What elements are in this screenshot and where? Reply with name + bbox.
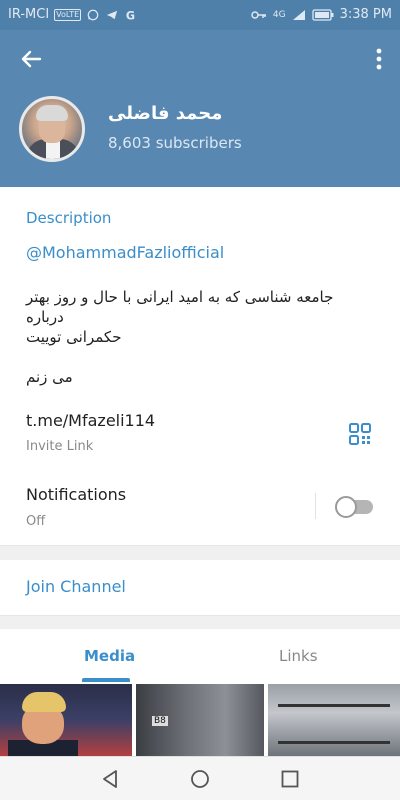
bio-line: جامعه شناسی که به امید ایرانی با حال و ر… (26, 288, 334, 326)
media-grid: B8 (0, 684, 400, 756)
shared-media-tabs: Media Links (0, 629, 400, 684)
channel-handle-link[interactable]: @MohammadFazliofficial (26, 243, 224, 262)
qr-code-icon[interactable] (348, 422, 372, 446)
divider (315, 493, 316, 519)
invite-link[interactable]: t.me/Mfazeli114 (26, 411, 155, 430)
media-thumbnail[interactable] (0, 684, 132, 756)
google-icon: G (126, 9, 135, 21)
subscriber-count: 8,603 subscribers (108, 134, 242, 152)
join-channel-label: Join Channel (26, 577, 126, 596)
invite-link-label: Invite Link (26, 439, 94, 454)
nav-back-icon[interactable] (99, 768, 121, 790)
description-title: Description (26, 209, 112, 227)
section-divider (0, 545, 400, 560)
back-arrow-icon[interactable] (16, 46, 46, 72)
carrier-label: IR-MCI (8, 7, 50, 22)
nav-recents-icon[interactable] (279, 768, 301, 790)
battery-icon (311, 8, 334, 21)
bio-line (26, 347, 356, 367)
active-tab-indicator (82, 678, 130, 682)
signal-icon (292, 9, 305, 20)
notifications-label[interactable]: Notifications (26, 485, 126, 504)
media-thumbnail[interactable] (268, 684, 400, 756)
bio-line: حکمرانی توییت (26, 328, 122, 346)
channel-name: محمد فاضلی (108, 103, 223, 124)
clock: 3:38 PM (339, 7, 392, 22)
notifications-status: Off (26, 514, 46, 529)
channel-bio: جامعه شناسی که به امید ایرانی با حال و ر… (26, 287, 356, 387)
channel-header: محمد فاضلی 8,603 subscribers (0, 30, 400, 187)
channel-avatar[interactable] (19, 96, 85, 162)
system-nav-bar (0, 756, 400, 800)
bio-line: می زنم (26, 368, 73, 386)
section-divider (0, 615, 400, 629)
key-icon (251, 10, 266, 19)
tab-media[interactable]: Media (84, 647, 135, 665)
nav-home-icon[interactable] (189, 768, 211, 790)
channel-info-section: Description @MohammadFazliofficial جامعه… (0, 187, 400, 545)
network-type: 4G (272, 9, 286, 20)
thumbnail-label: B8 (152, 716, 168, 726)
tab-links[interactable]: Links (279, 647, 318, 665)
svg-text:G: G (126, 9, 135, 21)
join-channel-button[interactable]: Join Channel (0, 560, 400, 615)
more-vert-icon[interactable] (372, 46, 386, 72)
notifications-toggle[interactable] (335, 496, 373, 518)
volte-badge: VoLTE (54, 8, 82, 21)
telegram-icon (107, 10, 118, 19)
whatsapp-icon (87, 9, 99, 20)
status-bar: IR-MCI VoLTE G 4G 3:38 PM (0, 0, 400, 30)
media-thumbnail[interactable]: B8 (136, 684, 264, 756)
